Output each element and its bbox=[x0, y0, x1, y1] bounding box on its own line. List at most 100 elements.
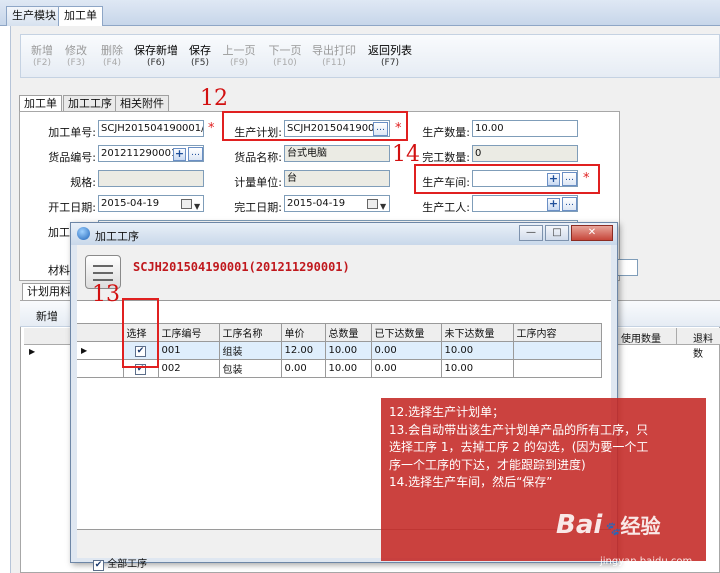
dialog-title: 加工工序 bbox=[95, 230, 139, 243]
save-button[interactable]: 保存 (F5) bbox=[185, 45, 215, 69]
workshop-picker-button[interactable]: … bbox=[562, 172, 577, 186]
item-name-field: 台式电脑 bbox=[284, 145, 390, 162]
finish-date-label: 完工日期: bbox=[234, 201, 282, 214]
start-date-input[interactable]: 2015-04-19 ▼ bbox=[98, 195, 204, 212]
qty-input[interactable]: 10.00 bbox=[472, 120, 578, 137]
dialog-titlebar: 加工工序 — □ ✕ bbox=[71, 223, 617, 245]
worker-input[interactable]: + … bbox=[472, 195, 578, 212]
unit-label: 计量单位: bbox=[234, 176, 282, 189]
dialog-header-code: SCJH201504190001(201211290001) bbox=[133, 260, 350, 274]
cell-name: 组装 bbox=[218, 341, 282, 360]
delete-button[interactable]: 删除 (F4) bbox=[97, 45, 127, 69]
item-picker-button[interactable]: … bbox=[188, 147, 203, 161]
note-line: 13.会自动带出该生产计划单产品的所有工序，只 bbox=[389, 422, 649, 437]
cell-code: 001 bbox=[157, 341, 220, 360]
start-date-label: 开工日期: bbox=[48, 201, 96, 214]
close-button[interactable]: ✕ bbox=[571, 225, 613, 241]
required-mark: * bbox=[208, 121, 215, 136]
calendar-icon[interactable] bbox=[367, 199, 378, 209]
save-new-button[interactable]: 保存新增 (F6) bbox=[131, 45, 181, 69]
spec-label: 规格: bbox=[70, 176, 96, 189]
note-line: 12.选择生产计划单； bbox=[389, 405, 505, 419]
all-process-label: 全部工序 bbox=[107, 559, 148, 570]
add-icon[interactable]: + bbox=[547, 173, 560, 186]
cell-name: 包装 bbox=[218, 359, 282, 378]
dropdown-icon[interactable]: ▼ bbox=[194, 199, 200, 211]
row-indicator-icon: ▶ bbox=[77, 341, 124, 360]
back-to-list-button[interactable]: 返回列表 (F7) bbox=[365, 45, 415, 69]
tab-process[interactable]: 加工工序 bbox=[63, 95, 117, 112]
tab-production-module[interactable]: 生产模块 bbox=[6, 6, 62, 26]
module-tab-bar bbox=[0, 0, 720, 26]
cell-issued: 0.00 bbox=[370, 359, 442, 378]
edit-button[interactable]: 修改 (F3) bbox=[61, 45, 91, 69]
cell-pending: 10.00 bbox=[440, 359, 514, 378]
order-no-input[interactable]: SCJH201504190001/JG( bbox=[98, 120, 204, 137]
worker-picker-button[interactable]: … bbox=[562, 197, 577, 211]
dropdown-icon[interactable]: ▼ bbox=[380, 199, 386, 211]
col-indicator bbox=[77, 323, 124, 342]
calendar-icon[interactable] bbox=[181, 199, 192, 209]
cell-total: 10.00 bbox=[324, 359, 372, 378]
all-process-checkbox[interactable]: ✔ 全部工序 bbox=[93, 555, 147, 571]
watermark-brand: Bai 🐾经验 bbox=[556, 510, 661, 540]
col-code: 工序编号 bbox=[157, 323, 220, 342]
annotation-box-select bbox=[122, 298, 159, 368]
cell-content bbox=[512, 359, 602, 378]
col-return-qty: 退料数 bbox=[693, 334, 713, 360]
plan-input[interactable]: SCJH201504190001 … bbox=[284, 120, 390, 137]
item-no-label: 货品编号: bbox=[48, 151, 96, 164]
tab-attachments[interactable]: 相关附件 bbox=[115, 95, 169, 112]
cell-price: 0.00 bbox=[280, 359, 326, 378]
cell-price: 12.00 bbox=[280, 341, 326, 360]
cell-total: 10.00 bbox=[324, 341, 372, 360]
tab-work-order[interactable]: 加工单 bbox=[58, 6, 103, 26]
col-price: 单价 bbox=[280, 323, 326, 342]
material-label: 材料 bbox=[48, 264, 70, 277]
add-icon[interactable]: + bbox=[173, 148, 186, 161]
maximize-button[interactable]: □ bbox=[545, 225, 569, 241]
paw-icon: 🐾 bbox=[604, 522, 621, 537]
order-no-label: 加工单号: bbox=[48, 126, 96, 139]
col-name: 工序名称 bbox=[218, 323, 282, 342]
plan-picker-button[interactable]: … bbox=[373, 122, 388, 136]
workshop-input[interactable]: + … bbox=[472, 170, 578, 187]
new-button[interactable]: 新增 (F2) bbox=[27, 45, 57, 69]
next-page-button[interactable]: 下一页 (F10) bbox=[265, 45, 305, 69]
annotation-12: 12 bbox=[200, 86, 228, 111]
done-qty-field: 0 bbox=[472, 145, 578, 162]
required-mark: * bbox=[583, 171, 590, 186]
toolbar: 新增 (F2) 修改 (F3) 删除 (F4) 保存新增 (F6) 保存 (F5) 上一页… bbox=[20, 34, 720, 78]
cell-code: 002 bbox=[157, 359, 220, 378]
plan-label: 生产计划: bbox=[234, 126, 282, 139]
process-label: 加工 bbox=[48, 226, 70, 239]
cell-pending: 10.00 bbox=[440, 341, 514, 360]
col-divider bbox=[676, 328, 677, 345]
cell-content bbox=[512, 341, 602, 360]
note-line: 序一个工序的下达，才能跟踪到进度) bbox=[389, 457, 586, 472]
checkbox-checked-icon[interactable]: ✔ bbox=[93, 560, 104, 571]
add-icon[interactable]: + bbox=[547, 198, 560, 211]
col-issued: 已下达数量 bbox=[370, 323, 442, 342]
unit-field: 台 bbox=[284, 170, 390, 187]
worker-label: 生产工人: bbox=[422, 201, 470, 214]
cell-issued: 0.00 bbox=[370, 341, 442, 360]
item-name-label: 货品名称: bbox=[234, 151, 282, 164]
materials-add-button[interactable]: 新增 bbox=[36, 308, 58, 324]
done-qty-label: 完工数量: bbox=[422, 151, 470, 164]
spec-field bbox=[98, 170, 204, 187]
item-no-input[interactable]: 201211290001 + … bbox=[98, 145, 204, 162]
note-line: 选择工序 1，去掉工序 2 的勾选，(因为要一个工 bbox=[389, 440, 649, 454]
app-globe-icon bbox=[77, 227, 90, 240]
minimize-button[interactable]: — bbox=[519, 225, 543, 241]
workshop-label: 生产车间: bbox=[422, 176, 470, 189]
finish-date-input[interactable]: 2015-04-19 ▼ bbox=[284, 195, 390, 212]
prev-page-button[interactable]: 上一页 (F9) bbox=[219, 45, 259, 69]
note-line: 14.选择生产车间，然后“保存” bbox=[389, 475, 553, 489]
annotation-13: 13 bbox=[92, 282, 120, 307]
tab-planned-materials[interactable]: 计划用料 bbox=[22, 283, 76, 301]
export-print-button[interactable]: 导出打印 (F11) bbox=[309, 45, 359, 69]
col-total: 总数量 bbox=[324, 323, 372, 342]
row-indicator-icon: ▶ bbox=[29, 347, 36, 356]
col-use-qty: 使用数量 bbox=[621, 334, 661, 345]
